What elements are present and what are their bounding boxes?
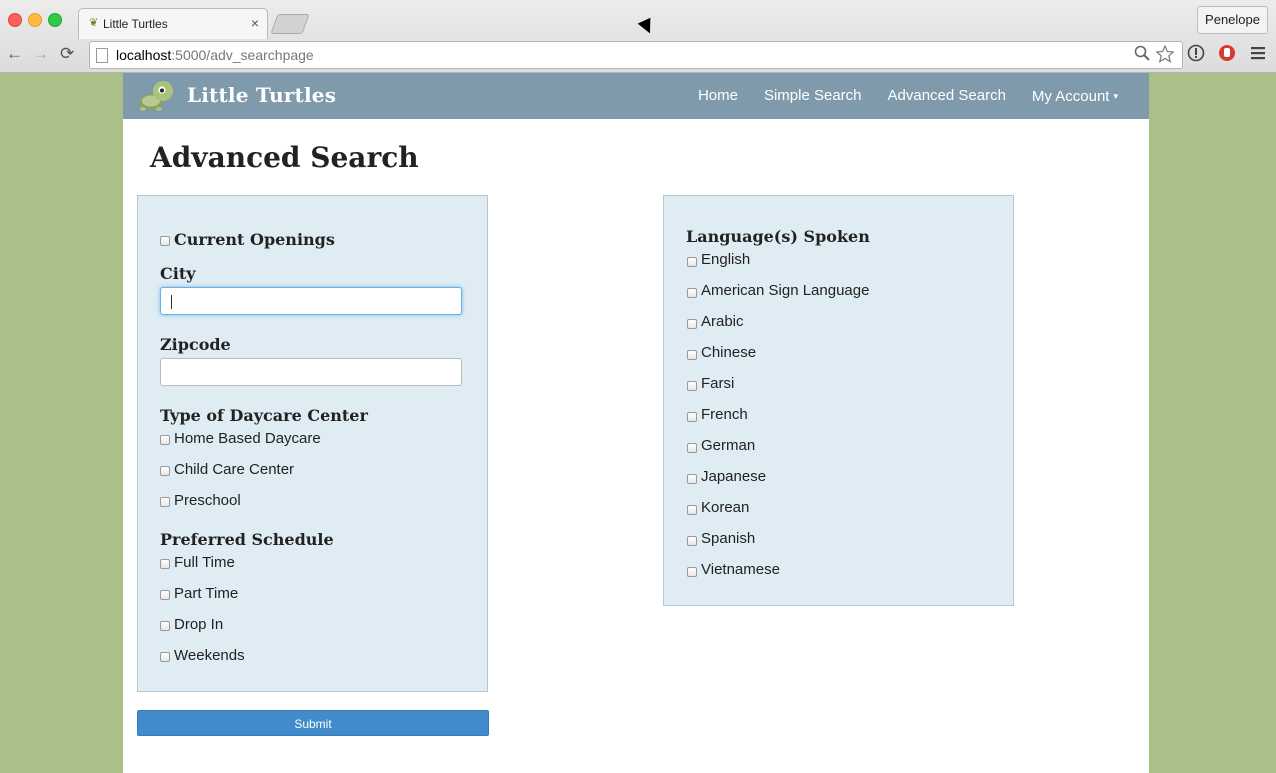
farsi-checkbox[interactable] <box>687 381 697 391</box>
close-window-button[interactable] <box>8 13 22 27</box>
bookmark-star-icon[interactable] <box>1155 44 1175 68</box>
part-time-label: Part Time <box>174 585 239 602</box>
languages-panel: Language(s) Spoken English American Sign… <box>663 195 1014 606</box>
stop-hand-extension-icon[interactable] <box>1218 44 1236 67</box>
spanish-label: Spanish <box>701 530 756 547</box>
zipcode-input[interactable] <box>160 358 462 386</box>
caret-down-icon: ▾ <box>1113 91 1118 101</box>
home-based-daycare-checkbox[interactable] <box>160 435 170 445</box>
weekends-checkbox[interactable] <box>160 652 170 662</box>
asl-label: American Sign Language <box>701 282 870 299</box>
full-time-label: Full Time <box>174 554 235 571</box>
my-account-label: My Account <box>1031 88 1110 105</box>
arabic-label: Arabic <box>701 313 744 330</box>
part-time-checkbox[interactable] <box>160 590 170 600</box>
new-tab-button[interactable] <box>270 14 310 34</box>
tab-title: Little Turtles <box>103 17 168 31</box>
japanese-label: Japanese <box>701 468 767 485</box>
korean-checkbox[interactable] <box>687 505 697 515</box>
url-host: localhost <box>116 47 172 63</box>
home-based-daycare-label: Home Based Daycare <box>174 430 321 447</box>
vietnamese-checkbox[interactable] <box>687 567 697 577</box>
text-cursor <box>171 295 172 309</box>
page-container: Little Turtles Home Simple Search Advanc… <box>123 73 1149 773</box>
url-text: localhost:5000/adv_searchpage <box>116 47 314 63</box>
zoom-window-button[interactable] <box>48 13 62 27</box>
nav-advanced-search-link[interactable]: Advanced Search <box>875 73 1019 119</box>
page-icon <box>96 48 108 63</box>
current-openings-label: Current Openings <box>174 230 335 249</box>
farsi-label: Farsi <box>701 375 735 392</box>
back-icon[interactable]: ← <box>6 44 23 64</box>
browser-tab[interactable]: ❦ Little Turtles × <box>78 8 268 39</box>
zipcode-label: Zipcode <box>160 335 231 354</box>
url-path: :5000/adv_searchpage <box>171 47 314 63</box>
submit-button[interactable]: Submit <box>137 710 489 736</box>
nav-simple-search-link[interactable]: Simple Search <box>751 73 875 119</box>
full-time-checkbox[interactable] <box>160 559 170 569</box>
vietnamese-label: Vietnamese <box>701 561 780 578</box>
asl-checkbox[interactable] <box>687 288 697 298</box>
info-extension-icon[interactable] <box>1187 44 1205 67</box>
nav-my-account-dropdown[interactable]: My Account ▾ <box>1019 73 1131 119</box>
current-openings-checkbox[interactable] <box>160 236 170 246</box>
page-title: Advanced Search <box>150 141 419 174</box>
german-checkbox[interactable] <box>687 443 697 453</box>
french-label: French <box>701 406 748 423</box>
english-checkbox[interactable] <box>687 257 697 267</box>
forward-icon[interactable]: → <box>32 44 49 64</box>
drop-in-checkbox[interactable] <box>160 621 170 631</box>
german-label: German <box>701 437 756 454</box>
chinese-label: Chinese <box>701 344 757 361</box>
languages-heading: Language(s) Spoken <box>686 227 870 246</box>
brand-name[interactable]: Little Turtles <box>187 83 336 107</box>
nav-links: Home Simple Search Advanced Search My Ac… <box>685 73 1131 119</box>
schedule-heading: Preferred Schedule <box>160 530 334 549</box>
spanish-checkbox[interactable] <box>687 536 697 546</box>
city-label: City <box>160 264 196 283</box>
preschool-label: Preschool <box>174 492 241 509</box>
address-bar[interactable]: localhost:5000/adv_searchpage <box>89 41 1183 69</box>
daycare-type-heading: Type of Daycare Center <box>160 406 368 425</box>
browser-chrome: ❦ Little Turtles × Penelope ← → ⟳ localh… <box>0 0 1276 73</box>
menu-icon[interactable] <box>1249 44 1267 67</box>
profile-button[interactable]: Penelope <box>1197 6 1268 34</box>
english-label: English <box>701 251 751 268</box>
reload-icon[interactable]: ⟳ <box>60 44 74 64</box>
child-care-center-label: Child Care Center <box>174 461 295 478</box>
turtle-logo-icon[interactable] <box>137 77 177 113</box>
japanese-checkbox[interactable] <box>687 474 697 484</box>
chinese-checkbox[interactable] <box>687 350 697 360</box>
search-icon[interactable] <box>1134 45 1150 66</box>
minimize-window-button[interactable] <box>28 13 42 27</box>
preschool-checkbox[interactable] <box>160 497 170 507</box>
child-care-center-checkbox[interactable] <box>160 466 170 476</box>
navbar: Little Turtles Home Simple Search Advanc… <box>123 73 1149 119</box>
city-input[interactable] <box>160 287 462 315</box>
tab-close-icon[interactable]: × <box>251 15 259 31</box>
korean-label: Korean <box>701 499 750 516</box>
arabic-checkbox[interactable] <box>687 319 697 329</box>
weekends-label: Weekends <box>174 647 245 664</box>
drop-in-label: Drop In <box>174 616 224 633</box>
french-checkbox[interactable] <box>687 412 697 422</box>
search-filters-panel: Current Openings City Zipcode Type of Da… <box>137 195 488 692</box>
nav-home-link[interactable]: Home <box>685 73 751 119</box>
turtle-favicon-icon: ❦ <box>89 17 99 29</box>
